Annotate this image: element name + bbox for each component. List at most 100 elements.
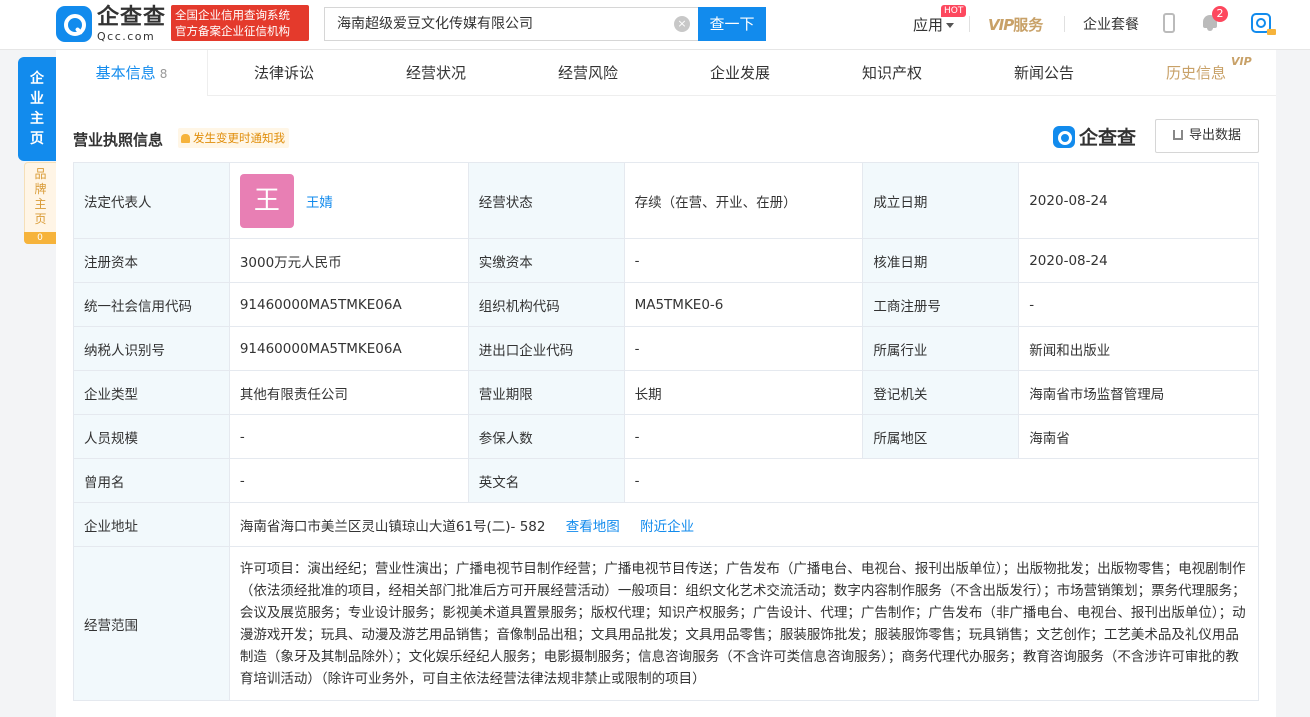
enterprise-home-tab[interactable]: 企 业 主 页 — [18, 57, 56, 161]
side-tab-char: 品 — [34, 167, 47, 181]
notification-count-badge: 2 — [1212, 6, 1228, 22]
logo-en-text: Qcc.com — [97, 29, 156, 43]
vip-text: VIP — [988, 16, 1014, 34]
change-notify-button[interactable]: 发生变更时通知我 — [178, 128, 289, 148]
tab-news[interactable]: 新闻公告 — [968, 50, 1120, 96]
field-value: - — [623, 238, 864, 283]
table-row: 统一社会信用代码 91460000MA5TMKE06A 组织机构代码 MA5TM… — [73, 282, 1259, 327]
cert-line-2: 官方备案企业征信机构 — [175, 24, 290, 38]
mobile-app-icon[interactable] — [1163, 13, 1175, 33]
nearby-companies-link[interactable]: 附近企业 — [640, 519, 694, 535]
field-label: 实缴资本 — [467, 238, 625, 283]
field-label: 核准日期 — [862, 238, 1020, 283]
field-value: - — [623, 326, 864, 371]
field-value: 2020-08-24 — [1018, 162, 1259, 239]
field-label: 人员规模 — [73, 414, 230, 459]
top-header: 企查查 Qcc.com 全国企业信用查询系统 官方备案企业征信机构 海南超级爱豆… — [0, 0, 1310, 50]
field-label: 注册资本 — [73, 238, 230, 283]
field-label: 工商注册号 — [862, 282, 1020, 327]
field-value: 海南省 — [1018, 414, 1259, 459]
field-value: - — [228, 458, 469, 503]
legal-rep-avatar: 王 — [239, 173, 294, 228]
download-icon — [1172, 130, 1183, 140]
bell-icon — [181, 134, 190, 143]
side-tab-char: 企 — [30, 71, 44, 87]
address-cell: 海南省海口市美兰区灵山镇琼山大道61号(二)- 582 查看地图 附近企业 — [228, 502, 1260, 547]
tab-operations[interactable]: 经营状况 — [360, 50, 512, 96]
business-scope-value: 许可项目：演出经纪；营业性演出；广播电视节目制作经营；广播电视节目传送；广告发布… — [228, 546, 1260, 701]
field-value: 3000万元人民币 — [228, 238, 469, 283]
field-label: 统一社会信用代码 — [73, 282, 230, 327]
vip-tag: VIP — [1231, 55, 1252, 68]
field-label: 曾用名 — [73, 458, 230, 503]
side-tab-char: 主 — [34, 197, 47, 211]
field-value: 其他有限责任公司 — [228, 370, 469, 415]
app-menu[interactable]: 应用 — [913, 14, 955, 35]
field-label: 所属地区 — [862, 414, 1020, 459]
field-label: 法定代表人 — [73, 162, 230, 239]
side-tab-char: 页 — [30, 131, 44, 147]
enterprise-package-link[interactable]: 企业套餐 — [1083, 14, 1139, 34]
vip-service-label: 服务 — [1013, 16, 1044, 34]
field-label: 组织机构代码 — [467, 282, 625, 327]
table-row: 曾用名 - 英文名 - — [73, 458, 1260, 503]
chevron-down-icon — [946, 23, 955, 28]
field-value: 海南省市场监督管理局 — [1018, 370, 1259, 415]
field-label: 英文名 — [467, 458, 625, 503]
search-input[interactable]: 海南超级爱豆文化传媒有限公司 — [324, 7, 698, 41]
field-label: 成立日期 — [862, 162, 1020, 239]
tab-basic-info[interactable]: 基本信息 8 — [56, 50, 208, 96]
field-value: - — [1018, 282, 1259, 327]
qcc-mark-text: 企查查 — [1079, 127, 1137, 149]
field-label: 企业类型 — [73, 370, 230, 415]
tab-development[interactable]: 企业发展 — [664, 50, 816, 96]
vip-crown-icon — [1267, 29, 1276, 35]
field-label: 参保人数 — [467, 414, 625, 459]
cert-line-1: 全国企业信用查询系统 — [175, 8, 290, 22]
license-info-table: 法定代表人 王 王婧 经营状态 存续（在营、开业、在册） 成立日期 2020-0… — [73, 162, 1260, 701]
export-label: 导出数据 — [1188, 128, 1241, 143]
tab-count: 8 — [159, 67, 168, 81]
table-row: 企业类型 其他有限责任公司 营业期限 长期 登记机关 海南省市场监督管理局 — [73, 370, 1259, 415]
tab-bar: 基本信息 8 法律诉讼 经营状况 经营风险 企业发展 知识产权 新闻公告 历史信息… — [56, 50, 1276, 96]
table-row: 企业地址 海南省海口市美兰区灵山镇琼山大道61号(二)- 582 查看地图 附近… — [73, 502, 1260, 547]
field-value: 2020-08-24 — [1018, 238, 1259, 283]
field-value: 存续（在营、开业、在册） — [623, 162, 864, 239]
table-row: 注册资本 3000万元人民币 实缴资本 - 核准日期 2020-08-24 — [73, 238, 1259, 283]
divider — [969, 16, 970, 32]
vip-service-link[interactable]: VIP服务 — [988, 14, 1043, 35]
field-label: 经营范围 — [73, 546, 230, 701]
tab-legal[interactable]: 法律诉讼 — [208, 50, 360, 96]
brand-count-badge: 0 — [24, 232, 56, 244]
logo-cn-text: 企查查 — [97, 4, 167, 30]
qcc-logo-icon — [1053, 125, 1075, 148]
field-label: 登记机关 — [862, 370, 1020, 415]
legal-rep-link[interactable]: 王婧 — [306, 191, 333, 211]
field-value: 91460000MA5TMKE06A — [228, 326, 469, 371]
clear-search-icon[interactable]: × — [674, 16, 690, 32]
field-value: 长期 — [623, 370, 864, 415]
view-map-link[interactable]: 查看地图 — [566, 519, 620, 535]
table-row: 经营范围 许可项目：演出经纪；营业性演出；广播电视节目制作经营；广播电视节目传送… — [73, 546, 1260, 701]
field-value: MA5TMKE0-6 — [623, 282, 864, 327]
tab-ip[interactable]: 知识产权 — [816, 50, 968, 96]
export-data-button[interactable]: 导出数据 — [1155, 119, 1259, 153]
change-notify-label: 发生变更时通知我 — [193, 131, 285, 145]
legal-rep-cell: 王 王婧 — [228, 162, 469, 239]
tab-risk[interactable]: 经营风险 — [512, 50, 664, 96]
qcc-logo[interactable]: 企查查 Qcc.com — [56, 6, 166, 42]
field-label: 经营状态 — [467, 162, 625, 239]
qcc-watermark: 企查查 — [1053, 123, 1136, 150]
field-label: 进出口企业代码 — [467, 326, 625, 371]
side-tab-char: 牌 — [34, 182, 47, 196]
side-tab-char: 主 — [30, 111, 44, 127]
app-menu-label: 应用 — [913, 16, 944, 34]
table-row: 纳税人识别号 91460000MA5TMKE06A 进出口企业代码 - 所属行业… — [73, 326, 1259, 371]
field-label: 纳税人识别号 — [73, 326, 230, 371]
field-value: 91460000MA5TMKE06A — [228, 282, 469, 327]
search-button[interactable]: 查一下 — [698, 7, 766, 41]
divider — [1064, 16, 1065, 32]
hot-badge: HOT — [941, 5, 967, 17]
tab-label: 基本信息 — [95, 64, 156, 82]
side-tab-char: 页 — [34, 212, 47, 226]
